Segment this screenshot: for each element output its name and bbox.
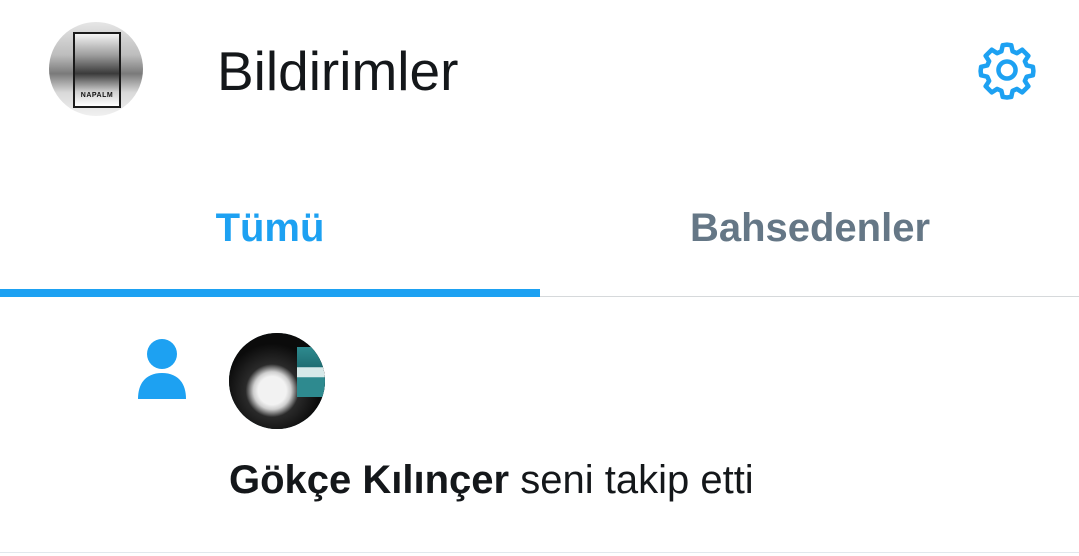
person-icon: [138, 339, 186, 399]
notifications-screen: NAPALM Bildirimler Tümü Bahsedenler Gökç…: [0, 0, 1079, 556]
notification-item[interactable]: Gökçe Kılınçer seni takip etti: [0, 297, 1079, 553]
tab-bar: Tümü Bahsedenler: [0, 160, 1079, 297]
tab-mentions[interactable]: Bahsedenler: [540, 160, 1079, 296]
settings-button[interactable]: [972, 35, 1042, 105]
header: NAPALM Bildirimler: [0, 0, 1079, 145]
notification-text: Gökçe Kılınçer seni takip etti: [229, 452, 754, 508]
profile-avatar[interactable]: NAPALM: [49, 22, 143, 116]
action-text: seni takip etti: [509, 458, 754, 502]
user-avatar-book: [297, 347, 325, 397]
user-avatar[interactable]: [229, 333, 325, 429]
avatar-poster-text: NAPALM: [80, 92, 114, 99]
gear-icon: [978, 42, 1036, 100]
tab-all[interactable]: Tümü: [0, 160, 540, 296]
user-name[interactable]: Gökçe Kılınçer: [229, 458, 509, 502]
page-title: Bildirimler: [217, 40, 459, 102]
active-tab-indicator: [0, 289, 540, 297]
